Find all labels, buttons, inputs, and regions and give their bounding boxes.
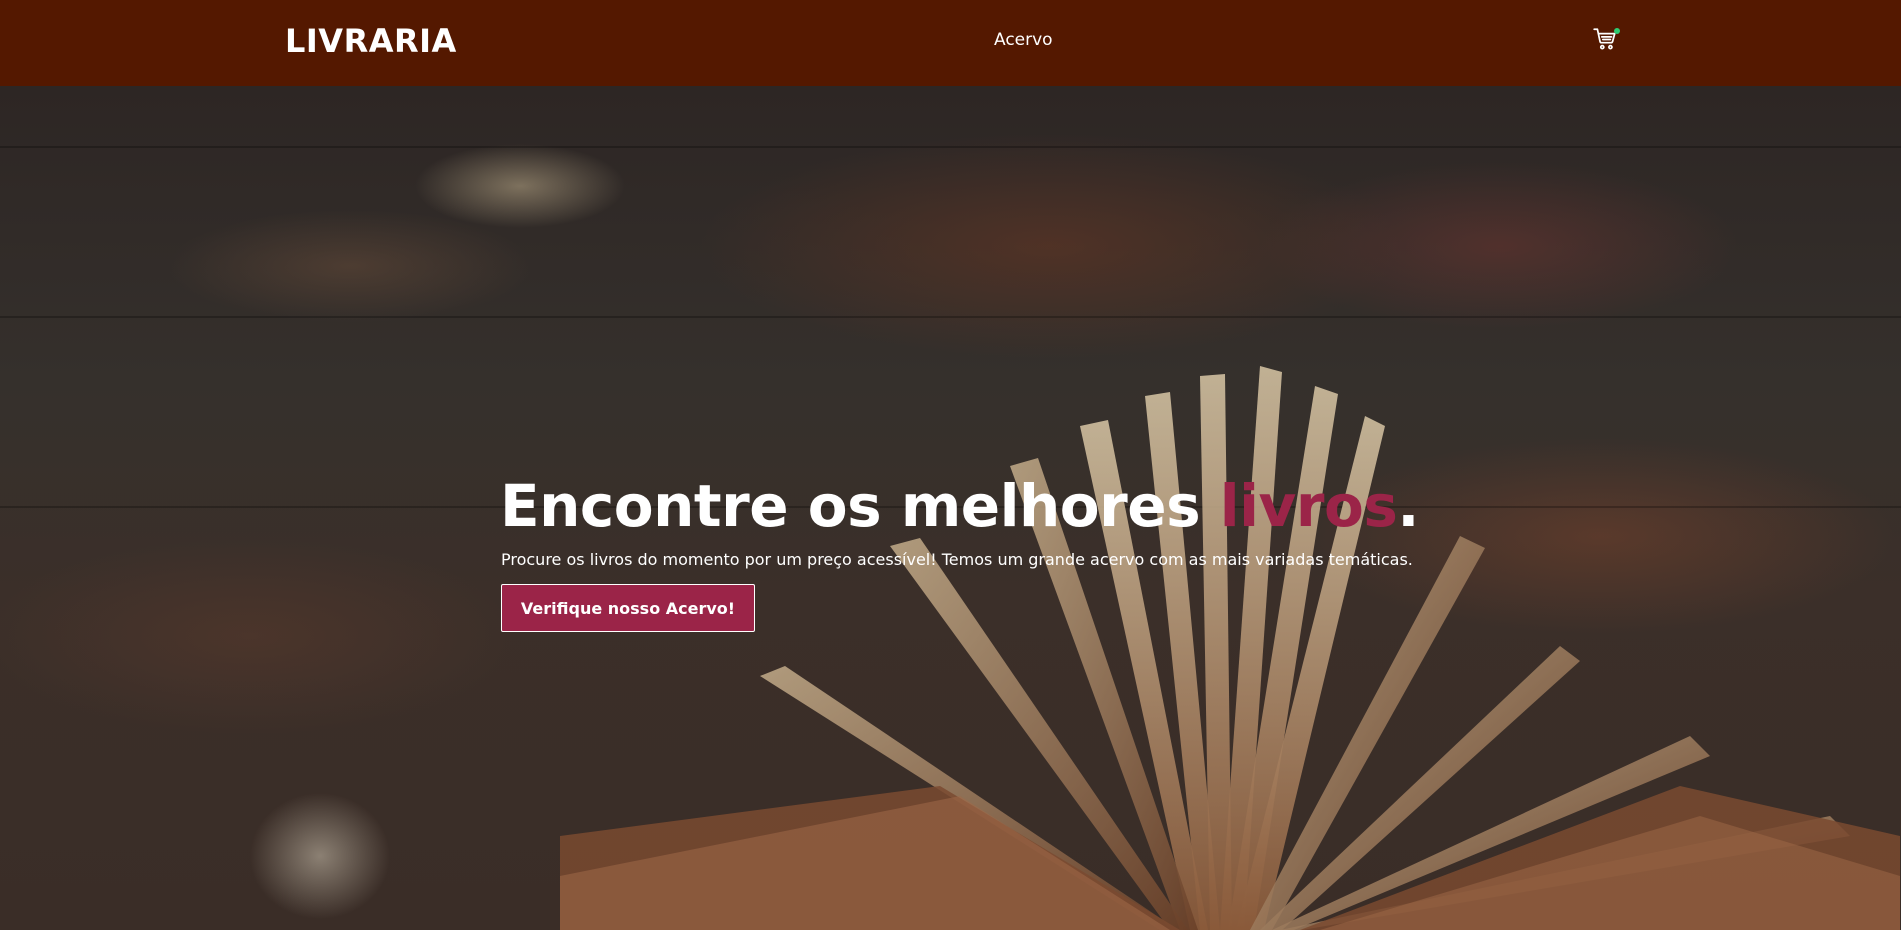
- hero-subtitle: Procure os livros do momento por um preç…: [501, 550, 1413, 569]
- cart-notification-dot: [1614, 28, 1620, 34]
- site-logo[interactable]: LIVRARIA: [285, 22, 457, 60]
- nav-link-acervo[interactable]: Acervo: [994, 30, 1053, 50]
- shopping-cart-icon: [1592, 28, 1618, 56]
- hero-section: Encontre os melhores livros. Procure os …: [0, 86, 1901, 930]
- hero-headline: Encontre os melhores livros.: [500, 472, 1419, 540]
- top-navbar: LIVRARIA Acervo: [0, 0, 1901, 86]
- open-book-illustration: [560, 366, 1900, 930]
- cart-button[interactable]: [1592, 26, 1620, 54]
- headline-main-text: Encontre os melhores: [500, 472, 1220, 540]
- background-shelf-line: [0, 146, 1901, 148]
- cta-acervo-button[interactable]: Verifique nosso Acervo!: [501, 584, 755, 632]
- headline-accent-text: livros: [1219, 472, 1398, 540]
- headline-period: .: [1397, 472, 1419, 540]
